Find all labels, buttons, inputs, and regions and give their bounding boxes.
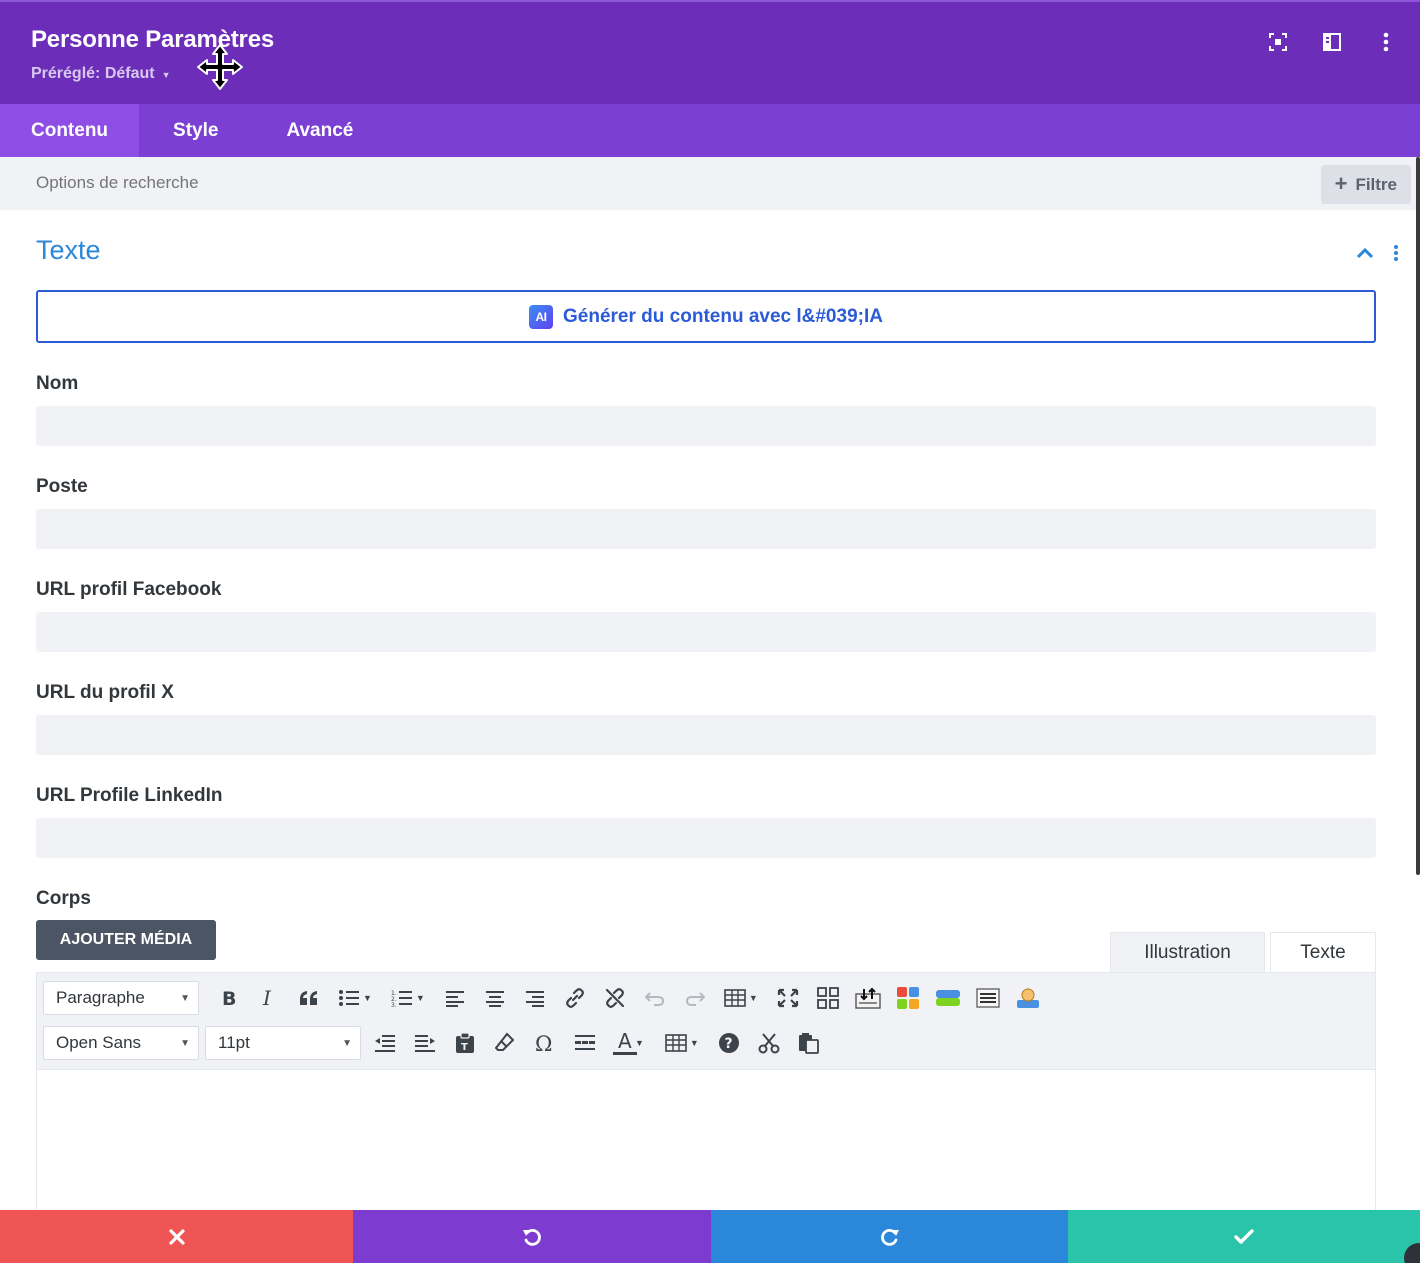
field-label-corps: Corps xyxy=(36,888,91,909)
preset-selector[interactable]: Préréglé: Défaut ▼ xyxy=(31,65,171,83)
save-button[interactable] xyxy=(1068,1210,1420,1263)
section-more-icon[interactable] xyxy=(1391,243,1401,263)
undo-button[interactable] xyxy=(353,1210,711,1263)
add-media-button[interactable]: AJOUTER MÉDIA xyxy=(36,920,216,960)
button-shortcode-icon[interactable] xyxy=(928,981,968,1015)
facebook-url-input[interactable] xyxy=(36,612,1376,652)
field-label-poste: Poste xyxy=(36,476,88,497)
caret-down-icon: ▼ xyxy=(180,1037,190,1049)
settings-tabs: Contenu Style Avancé xyxy=(0,104,1420,157)
more-vert-icon[interactable] xyxy=(1372,30,1400,54)
unlink-icon[interactable] xyxy=(595,981,635,1015)
svg-text:?: ? xyxy=(724,1036,732,1052)
modal-header: Personne Paramètres Préréglé: Défaut ▼ xyxy=(0,0,1420,104)
toolbar-toggle-icon[interactable] xyxy=(808,981,848,1015)
ai-button-label: Générer du contenu avec l&#039;IA xyxy=(563,305,883,327)
caret-down-icon[interactable]: ▼ xyxy=(416,993,425,1003)
redo-button[interactable] xyxy=(711,1210,1068,1263)
search-bar: + Filtre xyxy=(0,157,1420,210)
filter-button[interactable]: + Filtre xyxy=(1320,165,1411,204)
caret-down-icon[interactable]: ▼ xyxy=(749,993,758,1003)
special-character-icon[interactable]: Ω xyxy=(525,1026,565,1060)
move-cursor-icon xyxy=(197,44,243,90)
outdent-icon[interactable] xyxy=(365,1026,405,1060)
caret-down-icon: ▼ xyxy=(161,69,171,80)
editor-tab-visual[interactable]: Illustration xyxy=(1110,932,1265,972)
caret-down-icon: ▼ xyxy=(342,1037,352,1049)
undo-icon xyxy=(523,1228,541,1246)
redo-icon xyxy=(880,1228,899,1246)
position-input[interactable] xyxy=(36,509,1376,549)
align-center-icon[interactable] xyxy=(475,981,515,1015)
sidebar-toggle-icon[interactable] xyxy=(1318,30,1346,54)
align-left-icon[interactable] xyxy=(435,981,475,1015)
bold-icon[interactable]: B xyxy=(209,981,249,1015)
clear-formatting-icon[interactable] xyxy=(485,1026,525,1060)
scrollbar[interactable] xyxy=(1416,157,1420,875)
svg-text:Ω: Ω xyxy=(535,1032,552,1054)
user-avatar-icon[interactable] xyxy=(1008,981,1048,1015)
checkmark-icon xyxy=(1234,1228,1254,1244)
paste-icon[interactable] xyxy=(789,1026,829,1060)
caret-down-icon: ▼ xyxy=(180,992,190,1004)
caret-down-icon[interactable]: ▼ xyxy=(635,1038,644,1048)
svg-text:I: I xyxy=(262,988,272,1008)
field-label-linkedin: URL Profile LinkedIn xyxy=(36,785,223,806)
field-label-facebook: URL profil Facebook xyxy=(36,579,222,600)
help-icon[interactable]: ? xyxy=(709,1026,749,1060)
font-size-select[interactable]: 11pt ▼ xyxy=(205,1026,361,1060)
fullscreen-icon[interactable] xyxy=(768,981,808,1015)
link-icon[interactable] xyxy=(555,981,595,1015)
cancel-button[interactable] xyxy=(0,1210,353,1263)
x-url-input[interactable] xyxy=(36,715,1376,755)
generate-ai-content-button[interactable]: AI Générer du contenu avec l&#039;IA xyxy=(36,290,1376,343)
tab-avance[interactable]: Avancé xyxy=(252,104,387,157)
size-select-value: 11pt xyxy=(218,1033,250,1052)
linkedin-url-input[interactable] xyxy=(36,818,1376,858)
paste-text-icon[interactable]: T xyxy=(445,1026,485,1060)
italic-icon[interactable]: I xyxy=(249,981,289,1015)
tab-contenu[interactable]: Contenu xyxy=(0,104,140,157)
format-select[interactable]: Paragraphe ▼ xyxy=(43,981,199,1015)
preset-label: Préréglé: Défaut xyxy=(31,65,155,82)
editor-toolbar: Paragraphe ▼ B I ▼ 1. 2. 3. ▼ ▼ Open Sans … xyxy=(36,972,1376,1069)
field-label-x: URL du profil X xyxy=(36,682,174,703)
color-grid-icon[interactable] xyxy=(888,981,928,1015)
tab-style[interactable]: Style xyxy=(139,104,252,157)
field-label-nom: Nom xyxy=(36,373,79,394)
caret-down-icon[interactable]: ▼ xyxy=(690,1038,699,1048)
page-break-icon[interactable] xyxy=(968,981,1008,1015)
close-icon xyxy=(168,1228,185,1245)
svg-text:T: T xyxy=(461,1042,468,1053)
filter-label: Filtre xyxy=(1355,174,1397,194)
body-editor[interactable] xyxy=(36,1069,1376,1210)
cut-icon[interactable] xyxy=(749,1026,789,1060)
modal-footer xyxy=(0,1210,1420,1263)
search-options-input[interactable] xyxy=(36,173,536,193)
undo-icon[interactable] xyxy=(635,981,675,1015)
fullscreen-icon[interactable] xyxy=(1264,30,1292,54)
section-title[interactable]: Texte xyxy=(36,235,101,266)
horizontal-line-icon[interactable] xyxy=(565,1026,605,1060)
align-right-icon[interactable] xyxy=(515,981,555,1015)
plus-icon: + xyxy=(1334,170,1348,196)
font-select-value: Open Sans xyxy=(56,1033,142,1052)
blockquote-icon[interactable] xyxy=(289,981,329,1015)
format-select-value: Paragraphe xyxy=(56,988,145,1007)
chevron-up-icon[interactable] xyxy=(1356,246,1374,260)
insert-upload-icon[interactable] xyxy=(848,981,888,1015)
font-family-select[interactable]: Open Sans ▼ xyxy=(43,1026,199,1060)
name-input[interactable] xyxy=(36,406,1376,446)
svg-text:3.: 3. xyxy=(391,1002,397,1007)
redo-icon[interactable] xyxy=(675,981,715,1015)
indent-icon[interactable] xyxy=(405,1026,445,1060)
editor-tab-text[interactable]: Texte xyxy=(1270,932,1376,972)
ai-icon: AI xyxy=(529,304,554,329)
svg-text:A: A xyxy=(618,1030,632,1053)
caret-down-icon[interactable]: ▼ xyxy=(363,993,372,1003)
svg-text:B: B xyxy=(222,988,236,1008)
